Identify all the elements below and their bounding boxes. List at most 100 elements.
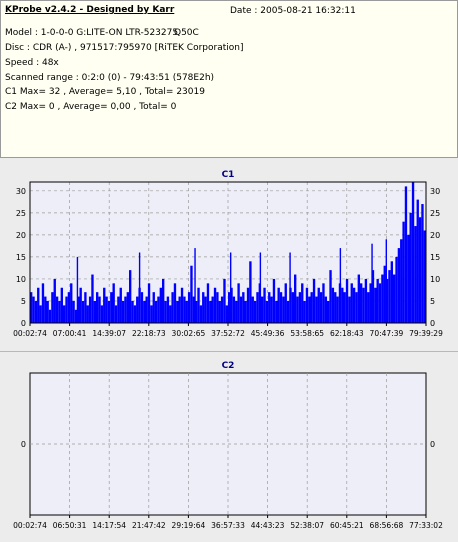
c1-bar xyxy=(93,300,96,323)
c1-bar xyxy=(124,296,127,323)
x-tick-label: 44:43:23 xyxy=(251,521,285,530)
y-tick-label-left: 10 xyxy=(16,275,26,284)
chart-title: C1 xyxy=(222,170,235,180)
y-tick-label-left: 15 xyxy=(16,253,26,262)
c2-chart: C2 0 0 00:02:74 06:50:31 14:17:54 21:47:42 29:1… xyxy=(13,361,443,530)
c1-bar xyxy=(322,283,325,323)
c1-bar xyxy=(324,296,327,323)
c1-bar xyxy=(65,296,68,323)
c1-peak-bar xyxy=(385,239,388,323)
c1-bar xyxy=(286,300,290,323)
c1-bar xyxy=(178,296,181,323)
c1-bar xyxy=(112,283,115,323)
c1-bar xyxy=(374,287,377,323)
c1-bar xyxy=(206,283,210,323)
c1-bar xyxy=(96,292,99,323)
y-tick-label-right: 10 xyxy=(430,275,440,284)
c1-bar xyxy=(319,292,323,323)
c2-summary-line: C2 Max= 0 , Average= 0,00 , Total= 0 xyxy=(5,102,177,112)
c1-bar xyxy=(334,292,337,323)
c1-bar xyxy=(91,274,94,323)
c1-bar xyxy=(53,278,56,323)
c1-bar xyxy=(352,287,356,323)
c1-bar xyxy=(98,296,101,323)
c1-bar xyxy=(88,296,92,323)
c1-bar xyxy=(315,296,318,323)
c1-bar xyxy=(37,287,40,323)
c1-bar xyxy=(350,283,353,323)
c1-bar xyxy=(343,292,346,323)
c1-bar xyxy=(284,283,287,323)
c1-bar xyxy=(246,287,250,323)
c1-bar xyxy=(145,296,148,323)
x-tick-label: 07:00:41 xyxy=(53,329,87,338)
y-tick-label-right: 0 xyxy=(430,319,435,328)
c1-bar xyxy=(159,287,162,323)
c1-bar xyxy=(409,212,412,323)
c1-bar xyxy=(143,300,146,323)
c1-bar xyxy=(34,300,38,323)
x-tick-label: 06:50:31 xyxy=(53,521,87,530)
c1-bar xyxy=(105,296,108,323)
y-tick-label-right: 15 xyxy=(430,253,440,262)
c1-bar xyxy=(305,287,309,323)
c1-bar xyxy=(256,292,259,323)
x-tick-label: 37:52:72 xyxy=(211,329,245,338)
c1-bar xyxy=(213,287,217,323)
y-tick-label-left: 0 xyxy=(21,319,26,328)
c1-bar xyxy=(107,300,111,323)
c1-bar xyxy=(244,300,247,323)
x-tick-label: 21:47:42 xyxy=(132,521,166,530)
x-tick-label: 68:56:68 xyxy=(370,521,404,530)
c1-bar xyxy=(154,300,158,323)
y-tick-label-left: 30 xyxy=(16,187,26,196)
c1-bar xyxy=(150,305,153,323)
c1-bar xyxy=(416,199,419,323)
c1-bar xyxy=(400,239,403,323)
y-tick-label-left: 25 xyxy=(16,209,26,218)
c1-peak-bar xyxy=(76,256,79,323)
c1-bar xyxy=(67,292,71,323)
y-tick-label-left: 0 xyxy=(21,440,26,449)
c1-bar xyxy=(204,296,207,323)
c1-summary-line: C1 Max= 32 , Average= 5,10 , Total= 2301… xyxy=(5,87,205,97)
x-tick-label: 45:49:36 xyxy=(251,329,285,338)
x-tick-label: 14:17:54 xyxy=(92,521,126,530)
c1-peak-bar xyxy=(339,248,342,323)
c1-bar xyxy=(275,300,278,323)
c1-bar xyxy=(51,292,54,323)
c1-bar xyxy=(131,300,134,323)
c1-bar xyxy=(357,274,360,323)
c1-bar xyxy=(103,287,106,323)
c1-bar xyxy=(381,274,384,323)
c1-bar xyxy=(341,287,344,323)
x-tick-label: 79:39:29 xyxy=(409,329,443,338)
c1-bar xyxy=(272,278,276,323)
y-tick-label-right: 0 xyxy=(430,440,435,449)
c1-bar xyxy=(270,296,273,323)
c1-bar xyxy=(404,186,408,323)
y-tick-label-right: 5 xyxy=(430,297,435,306)
c1-bar xyxy=(110,292,113,323)
c1-bar xyxy=(296,296,299,323)
x-tick-label: 53:58:65 xyxy=(290,329,324,338)
c1-bar xyxy=(242,292,245,323)
y-tick-label-right: 25 xyxy=(430,209,440,218)
c1-bar xyxy=(126,292,129,323)
c1-chart-panel: C1 0 0 5 5 10 10 15 15 20 20 25 25 30 30 00:02:74 07:00:… xyxy=(0,161,458,346)
c1-bar xyxy=(331,287,335,323)
c1-bar xyxy=(171,292,174,323)
c1-bar xyxy=(395,256,398,323)
c1-bar xyxy=(418,217,422,323)
c1-bar xyxy=(55,296,59,323)
c1-bar xyxy=(376,278,379,323)
c1-bar xyxy=(310,292,313,323)
c1-bar xyxy=(197,287,200,323)
c1-bar xyxy=(100,305,104,323)
y-tick-label-left: 5 xyxy=(21,297,26,306)
c1-bar xyxy=(383,265,386,323)
c1-bar xyxy=(202,292,205,323)
c1-bar xyxy=(41,283,45,323)
c1-bar xyxy=(407,234,410,323)
c1-bar xyxy=(166,296,170,323)
